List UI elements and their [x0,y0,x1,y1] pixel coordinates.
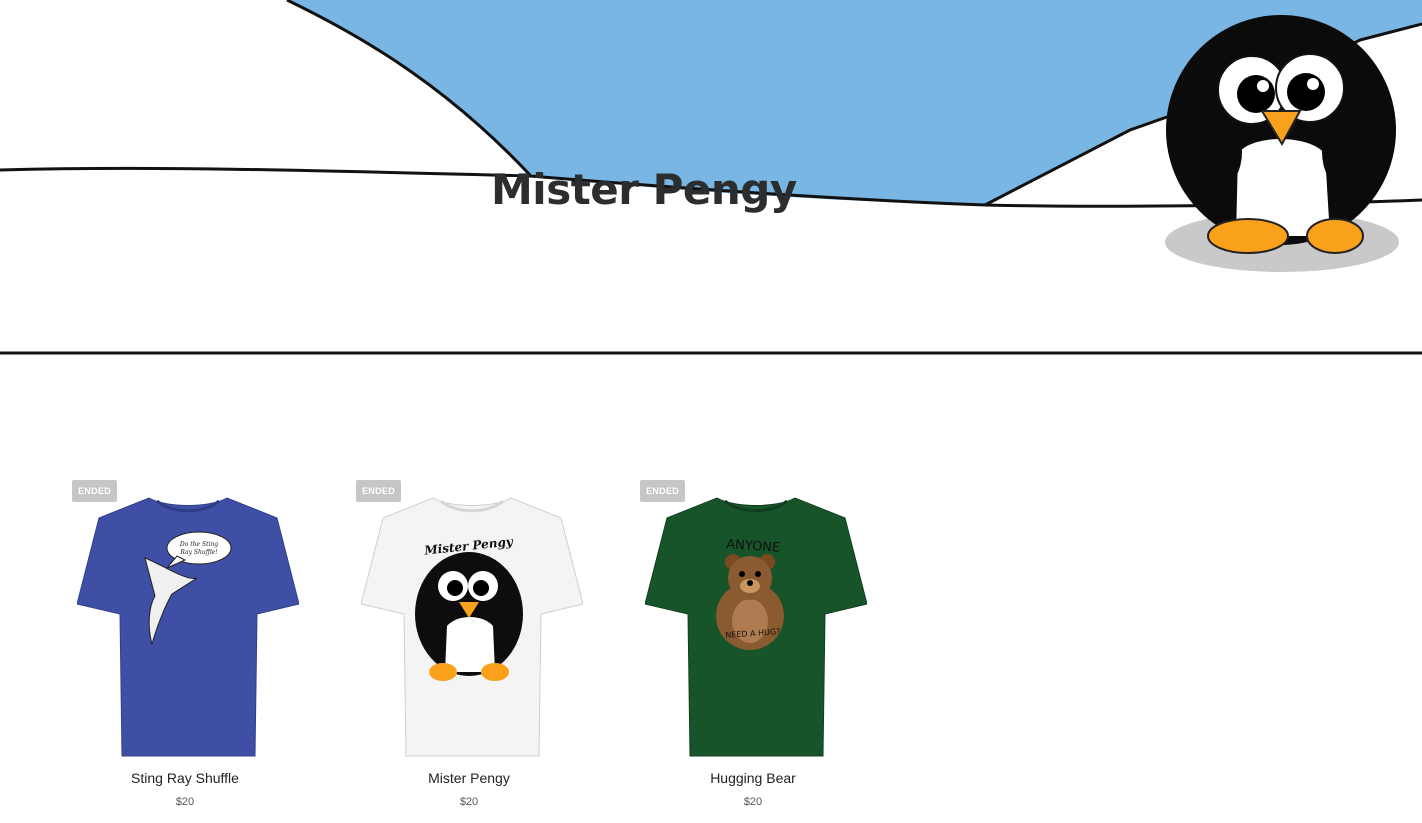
product-card-sting-ray-shuffle[interactable]: ENDED Do the Sting Ray Shuffle! Sting Ra… [65,480,305,820]
product-name[interactable]: Hugging Bear [633,770,873,786]
sting-ray-tshirt-image[interactable]: Do the Sting Ray Shuffle! [77,486,299,764]
product-name[interactable]: Mister Pengy [349,770,589,786]
bear-tshirt-image[interactable]: ANYONE NEED A HUG? [645,486,867,764]
penguin-mascot-icon [1165,15,1399,272]
product-price: $20 [743,796,763,808]
store-title: Mister Pengy [491,165,797,214]
product-grid: ENDED Do the Sting Ray Shuffle! Sting Ra… [0,470,1422,823]
svg-text:Ray Shuffle!: Ray Shuffle! [179,549,218,556]
product-price: $20 [175,796,195,808]
product-card-mister-pengy[interactable]: ENDED Mister Pengy Mister Pengy $20 [349,480,589,820]
product-price: $20 [459,796,479,808]
product-card-hugging-bear[interactable]: ENDED ANYONE NEED A HUG? Hugging Bear $2… [633,480,873,820]
penguin-tshirt-image[interactable]: Mister Pengy [361,486,583,764]
hero-banner: Mister Pengy [0,0,1422,357]
svg-text:Do the Sting: Do the Sting [179,541,218,548]
product-name[interactable]: Sting Ray Shuffle [65,770,305,786]
